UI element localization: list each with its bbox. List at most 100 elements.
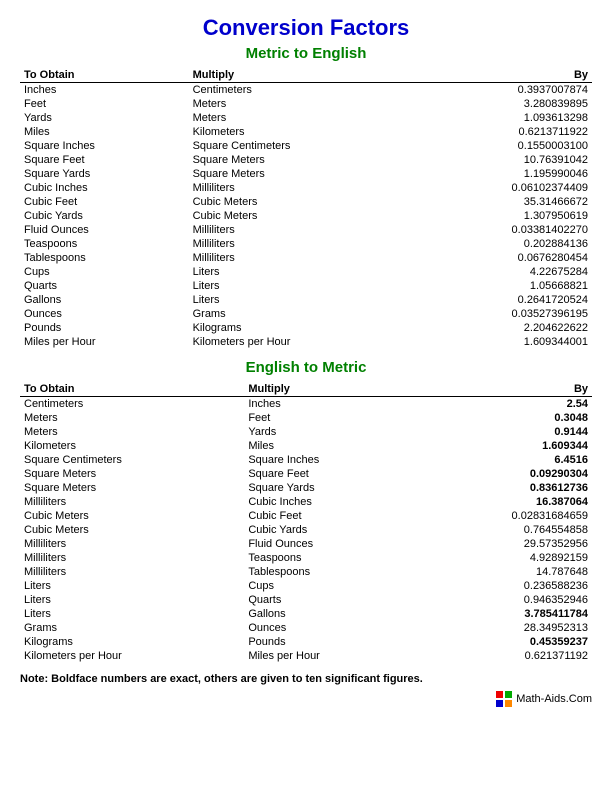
cell-5-2: 0.09290304 — [413, 467, 592, 481]
cell-2-1: Yards — [244, 425, 413, 439]
cell-15-1: Liters — [189, 293, 413, 307]
cell-17-0: Kilograms — [20, 635, 244, 649]
cell-14-1: Quarts — [244, 593, 413, 607]
cell-4-1: Square Inches — [244, 453, 413, 467]
table-row: InchesCentimeters0.3937007874 — [20, 83, 592, 98]
col-header-1: Multiply — [189, 68, 413, 83]
table-row: MillilitersTablespoons14.787648 — [20, 565, 592, 579]
table-row: MillilitersTeaspoons4.92892159 — [20, 551, 592, 565]
table-row: FeetMeters3.280839895 — [20, 97, 592, 111]
cell-4-2: 0.1550003100 — [413, 139, 592, 153]
cell-18-2: 0.621371192 — [413, 649, 592, 663]
cell-15-1: Gallons — [244, 607, 413, 621]
cell-5-1: Square Meters — [189, 153, 413, 167]
cell-9-1: Cubic Yards — [244, 523, 413, 537]
cell-14-2: 1.05668821 — [413, 279, 592, 293]
cell-11-0: Teaspoons — [20, 237, 189, 251]
cell-2-0: Yards — [20, 111, 189, 125]
cell-12-2: 14.787648 — [413, 565, 592, 579]
table-row: Cubic InchesMilliliters0.06102374409 — [20, 181, 592, 195]
cell-15-0: Gallons — [20, 293, 189, 307]
table-row: MillilitersFluid Ounces29.57352956 — [20, 537, 592, 551]
cell-16-0: Grams — [20, 621, 244, 635]
cell-10-1: Milliliters — [189, 223, 413, 237]
cell-12-2: 0.0676280454 — [413, 251, 592, 265]
cell-10-2: 29.57352956 — [413, 537, 592, 551]
cell-18-2: 1.609344001 — [413, 335, 592, 349]
cell-11-2: 0.202884136 — [413, 237, 592, 251]
table-row: MilesKilometers0.6213711922 — [20, 125, 592, 139]
cell-8-1: Cubic Feet — [244, 509, 413, 523]
cell-13-1: Liters — [189, 265, 413, 279]
cell-18-1: Kilometers per Hour — [189, 335, 413, 349]
cell-13-2: 0.236588236 — [413, 579, 592, 593]
table-row: LitersQuarts0.946352946 — [20, 593, 592, 607]
cell-6-0: Square Yards — [20, 167, 189, 181]
cell-5-0: Square Meters — [20, 467, 244, 481]
math-aids-icon — [496, 691, 512, 707]
cell-11-2: 4.92892159 — [413, 551, 592, 565]
table-row: TablespoonsMilliliters0.0676280454 — [20, 251, 592, 265]
footer: Math-Aids.Com — [20, 691, 592, 710]
cell-16-1: Grams — [189, 307, 413, 321]
table-row: Miles per HourKilometers per Hour1.60934… — [20, 335, 592, 349]
cell-13-0: Cups — [20, 265, 189, 279]
cell-6-2: 1.195990046 — [413, 167, 592, 181]
cell-0-1: Inches — [244, 397, 413, 412]
col-header-0: To Obtain — [20, 68, 189, 83]
cell-0-0: Centimeters — [20, 397, 244, 412]
cell-2-2: 1.093613298 — [413, 111, 592, 125]
col-header-1: Multiply — [244, 382, 413, 397]
cell-18-1: Miles per Hour — [244, 649, 413, 663]
cell-3-2: 1.609344 — [413, 439, 592, 453]
cell-8-2: 0.02831684659 — [413, 509, 592, 523]
cell-17-1: Pounds — [244, 635, 413, 649]
cell-1-2: 0.3048 — [413, 411, 592, 425]
table-row: OuncesGrams0.03527396195 — [20, 307, 592, 321]
col-header-0: To Obtain — [20, 382, 244, 397]
note-label: Note: — [20, 673, 48, 685]
table-row: TeaspoonsMilliliters0.202884136 — [20, 237, 592, 251]
cell-6-1: Square Meters — [189, 167, 413, 181]
cell-12-1: Tablespoons — [244, 565, 413, 579]
cell-13-2: 4.22675284 — [413, 265, 592, 279]
cell-10-2: 0.03381402270 — [413, 223, 592, 237]
cell-17-1: Kilograms — [189, 321, 413, 335]
cell-17-2: 2.204622622 — [413, 321, 592, 335]
cell-16-0: Ounces — [20, 307, 189, 321]
col-header-2: By — [413, 382, 592, 397]
cell-7-2: 0.06102374409 — [413, 181, 592, 195]
cell-14-0: Quarts — [20, 279, 189, 293]
section-0: Metric to English To ObtainMultiplyByInch… — [20, 45, 592, 349]
cell-10-1: Fluid Ounces — [244, 537, 413, 551]
cell-1-0: Meters — [20, 411, 244, 425]
table-row: Square MetersSquare Feet0.09290304 — [20, 467, 592, 481]
cell-8-0: Cubic Feet — [20, 195, 189, 209]
table-row: CentimetersInches2.54 — [20, 397, 592, 412]
cell-7-0: Cubic Inches — [20, 181, 189, 195]
cell-1-1: Meters — [189, 97, 413, 111]
cell-6-0: Square Meters — [20, 481, 244, 495]
cell-1-0: Feet — [20, 97, 189, 111]
section-1: English to MetricTo ObtainMultiplyByCent… — [20, 359, 592, 663]
footer-logo-text: Math-Aids.Com — [516, 693, 592, 705]
cell-16-1: Ounces — [244, 621, 413, 635]
cell-2-2: 0.9144 — [413, 425, 592, 439]
cell-5-2: 10.76391042 — [413, 153, 592, 167]
table-row: Cubic YardsCubic Meters1.307950619 — [20, 209, 592, 223]
col-header-2: By — [413, 68, 592, 83]
table-row: CupsLiters4.22675284 — [20, 265, 592, 279]
table-row: YardsMeters1.093613298 — [20, 111, 592, 125]
cell-14-0: Liters — [20, 593, 244, 607]
cell-11-0: Milliliters — [20, 551, 244, 565]
cell-4-0: Square Inches — [20, 139, 189, 153]
cell-13-0: Liters — [20, 579, 244, 593]
cell-11-1: Milliliters — [189, 237, 413, 251]
cell-9-2: 0.764554858 — [413, 523, 592, 537]
cell-0-2: 0.3937007874 — [413, 83, 592, 98]
table-row: GramsOunces28.34952313 — [20, 621, 592, 635]
section-heading-0: Metric to English — [20, 45, 592, 62]
cell-6-1: Square Yards — [244, 481, 413, 495]
cell-7-1: Cubic Inches — [244, 495, 413, 509]
table-row: QuartsLiters1.05668821 — [20, 279, 592, 293]
